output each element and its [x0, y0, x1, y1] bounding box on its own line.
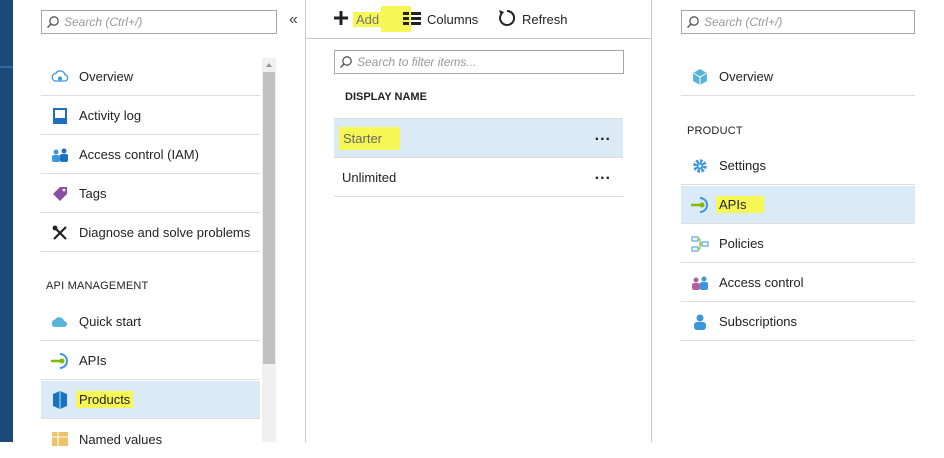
- right-nav-access-control[interactable]: Access control: [681, 264, 915, 302]
- nav-item-label: Diagnose and solve problems: [79, 225, 251, 240]
- left-blade: Search (Ctrl+/) « Overview Activity log …: [13, 0, 305, 447]
- nav-item-apis[interactable]: APIs: [41, 342, 260, 380]
- refresh-icon: [498, 9, 516, 30]
- nav-item-label: Access control (IAM): [79, 147, 199, 162]
- nav-item-label: Settings: [719, 158, 766, 173]
- nav-item-products[interactable]: Products: [41, 381, 260, 419]
- access-control-icon: [681, 275, 719, 291]
- tag-icon: [41, 185, 79, 203]
- nav-item-label: Policies: [719, 236, 764, 251]
- table-row[interactable]: Unlimited ...: [334, 158, 623, 197]
- collapse-blade-button[interactable]: «: [289, 11, 298, 29]
- nav-item-activity-log[interactable]: Activity log: [41, 97, 260, 135]
- nav-item-label: Tags: [79, 186, 107, 201]
- left-bar-notch: [0, 66, 13, 68]
- nav-item-access-control[interactable]: Access control (IAM): [41, 136, 260, 174]
- refresh-button[interactable]: Refresh: [498, 6, 568, 32]
- row-name-text: Starter: [339, 126, 401, 150]
- nav-item-diagnose[interactable]: Diagnose and solve problems: [41, 214, 260, 252]
- columns-icon: [403, 11, 421, 28]
- overview-icon: [41, 69, 79, 85]
- quick-start-icon: [41, 314, 79, 330]
- column-header-display-name[interactable]: DISPLAY NAME: [345, 91, 427, 103]
- nav-item-label: Overview: [79, 69, 134, 84]
- apis-icon: [41, 352, 79, 370]
- left-scrollbar[interactable]: [262, 58, 276, 442]
- nav-item-label: APIs: [79, 353, 107, 368]
- nav-item-overview[interactable]: Overview: [41, 58, 260, 96]
- nav-item-label: Access control: [719, 275, 804, 290]
- products-icon: [41, 390, 79, 410]
- section-api-management: API MANAGEMENT: [46, 280, 149, 292]
- nav-item-label: Quick start: [79, 314, 142, 329]
- user-icon: [681, 313, 719, 331]
- filter-placeholder: Search to filter items...: [357, 55, 477, 69]
- left-search-input[interactable]: Search (Ctrl+/): [41, 10, 277, 34]
- nav-item-label: Products: [76, 391, 134, 408]
- right-nav-policies[interactable]: Policies: [681, 225, 915, 263]
- apis-icon: [681, 196, 719, 214]
- row-name: Starter: [334, 126, 401, 150]
- search-icon: [682, 11, 704, 33]
- nav-item-quick-start[interactable]: Quick start: [41, 303, 260, 341]
- refresh-label: Refresh: [522, 11, 568, 27]
- gear-icon: [681, 157, 719, 175]
- activity-log-icon: [41, 107, 79, 125]
- nav-item-label: APIs: [716, 196, 765, 213]
- table-row[interactable]: Starter ...: [334, 119, 623, 158]
- right-nav-overview[interactable]: Overview: [681, 58, 915, 96]
- columns-label: Columns: [427, 11, 479, 27]
- add-button[interactable]: Add: [333, 6, 412, 32]
- nav-item-label: Subscriptions: [719, 314, 798, 329]
- nav-item-label: Named values: [79, 431, 163, 447]
- cube-icon: [681, 68, 719, 86]
- add-label: Add: [353, 11, 384, 27]
- search-icon: [335, 51, 357, 73]
- named-values-icon: [41, 431, 79, 447]
- portal-left-bar: [0, 0, 13, 442]
- nav-item-label: Activity log: [79, 108, 142, 123]
- filter-input[interactable]: Search to filter items...: [334, 50, 624, 74]
- nav-item-tags[interactable]: Tags: [41, 175, 260, 213]
- scrollbar-thumb[interactable]: [263, 72, 275, 364]
- search-placeholder: Search (Ctrl+/): [704, 15, 783, 29]
- right-nav-subscriptions[interactable]: Subscriptions: [681, 303, 915, 341]
- wrench-icon: [41, 224, 79, 242]
- nav-item-label: Overview: [719, 69, 774, 84]
- policies-icon: [681, 236, 719, 252]
- nav-item-named-values[interactable]: Named values: [41, 420, 260, 458]
- right-nav-apis[interactable]: APIs: [681, 186, 915, 224]
- row-name: Unlimited: [342, 169, 397, 185]
- more-options-button[interactable]: ...: [595, 166, 611, 184]
- search-icon: [42, 11, 64, 33]
- columns-button[interactable]: Columns: [403, 6, 478, 32]
- right-nav-settings[interactable]: Settings: [681, 147, 915, 185]
- more-options-button[interactable]: ...: [595, 127, 611, 145]
- toolbar-divider: [306, 38, 651, 39]
- search-placeholder: Search (Ctrl+/): [64, 15, 143, 29]
- right-search-input[interactable]: Search (Ctrl+/): [681, 10, 915, 34]
- access-control-icon: [41, 147, 79, 163]
- plus-icon: [333, 10, 349, 29]
- scroll-up-arrow[interactable]: [266, 63, 272, 67]
- section-product: PRODUCT: [687, 125, 743, 137]
